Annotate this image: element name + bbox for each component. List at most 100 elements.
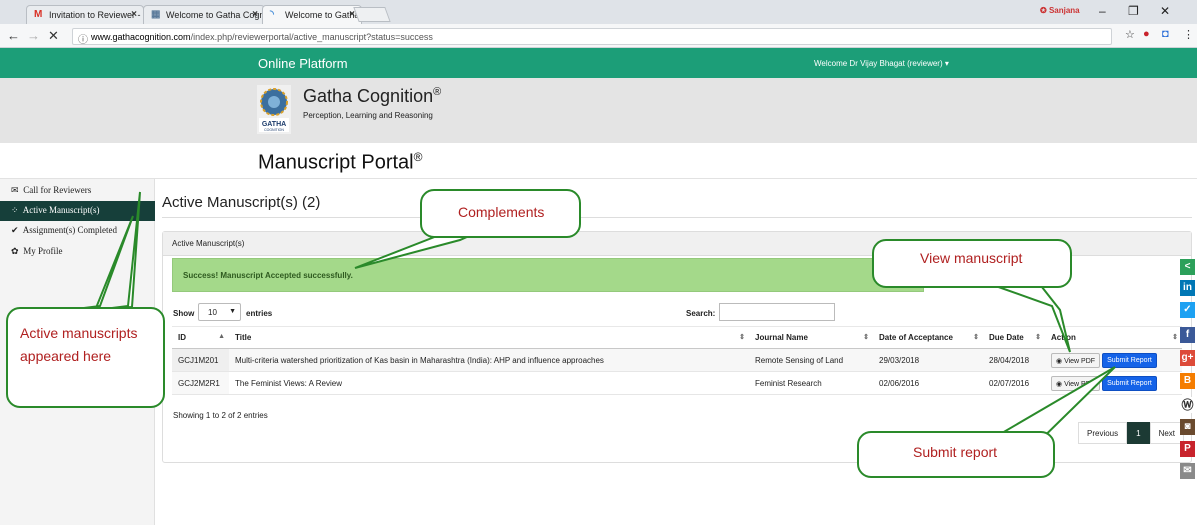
linkedin-icon[interactable]: in [1180,280,1195,296]
annotation-submit-report: Submit report [857,431,1055,478]
twitter-icon[interactable]: ✓ [1180,302,1195,318]
close-window-icon[interactable]: ✕ [1160,4,1170,18]
sort-asc-icon: ▲ [218,333,225,340]
email-icon[interactable]: ✉ [1180,463,1195,479]
submit-report-button[interactable]: Submit Report [1102,375,1157,391]
cell-action: ◉ View PDF Submit Report [1045,371,1182,395]
column-label: ID [178,333,186,342]
forward-icon[interactable]: → [27,28,40,43]
eye-icon: ◉ [1056,357,1065,365]
view-pdf-button[interactable]: ◉ View PDF [1051,375,1101,391]
url-path: /index.php/reviewerportal/active_manuscr… [190,32,433,42]
browser-tab-gmail[interactable]: M Invitation to Reviewer - I × [26,5,144,24]
next-page-button[interactable]: Next [1149,422,1185,444]
sidebar-item-call-for-reviewers[interactable]: ✉ Call for Reviewers [0,181,155,201]
divider [162,217,1192,218]
column-header-title[interactable]: Title ⇕ [229,326,749,349]
portal-title-text: Manuscript Portal [258,151,414,174]
profile-badge[interactable]: ✪ Sanjana [1040,6,1080,15]
tab-title: Welcome to Gatha Cogni [166,10,265,20]
annotation-text: Submit report [913,444,998,460]
close-tab-icon[interactable]: × [131,9,137,20]
pinterest-icon[interactable]: P [1180,441,1195,457]
browser-tab-gatha-2[interactable]: ◝ Welcome to Gatha Cogni × [262,5,362,24]
cell-id: GCJ2M2R1 [172,371,229,395]
view-pdf-button[interactable]: ◉ View PDF [1051,352,1101,368]
sidebar-item-label: Call for Reviewers [23,185,92,195]
annotation-text: Complements [458,204,545,220]
column-header-due[interactable]: Due Date ⇕ [983,326,1045,349]
page-1-button[interactable]: 1 [1127,422,1150,444]
user-menu[interactable]: Welcome Dr Vijay Bhagat (reviewer) ▾ [814,59,949,68]
extension-icon[interactable]: ◘ [1162,28,1169,40]
envelope-icon: ✉ [11,185,19,195]
entries-select[interactable]: 10 ▼ [198,303,241,321]
button-label: View PDF [1064,380,1096,388]
column-header-accepted[interactable]: Date of Acceptance ⇕ [873,326,983,349]
facebook-icon[interactable]: f [1180,327,1195,343]
column-label: Journal Name [755,333,808,342]
minimize-icon[interactable]: – [1099,4,1106,18]
column-label: Due Date [989,333,1024,342]
showing-entries-text: Showing 1 to 2 of 2 entries [173,411,268,420]
submit-report-button[interactable]: Submit Report [1102,352,1157,368]
portal-reg-mark: ® [413,150,423,164]
eye-icon: ◉ [1056,380,1065,388]
profile-name: Sanjana [1048,6,1080,15]
entries-label: entries [246,309,273,318]
column-header-action[interactable]: Action ⇕ [1045,326,1182,349]
share-icon[interactable]: < [1180,259,1195,275]
svg-text:GATHA: GATHA [262,121,286,128]
column-label: Title [235,333,252,342]
restore-icon[interactable]: ❐ [1128,4,1139,18]
cell-title: Multi-criteria watershed prioritization … [229,348,749,372]
chevron-down-icon: ▼ [229,308,236,315]
annotation-text: Active manuscripts appeared here [20,325,138,364]
wordpress-icon[interactable]: Ⓦ [1180,397,1195,413]
menu-icon[interactable]: ⋮ [1183,28,1194,41]
column-label: Action [1051,333,1076,342]
gear-icon: ✿ [11,246,19,256]
column-header-id[interactable]: ID ▲ [172,326,229,349]
google-plus-icon[interactable]: g+ [1180,350,1195,366]
blogger-icon[interactable]: B [1180,373,1195,389]
platform-label[interactable]: Online Platform [258,56,348,71]
sort-icon: ⇕ [1172,334,1178,341]
show-label: Show [173,309,195,318]
previous-page-button[interactable]: Previous [1078,422,1128,444]
column-header-journal[interactable]: Journal Name ⇕ [749,326,873,349]
pinterest-extension-icon[interactable]: ● [1143,28,1150,40]
search-input[interactable] [719,303,835,321]
star-icon[interactable]: ☆ [1125,28,1135,41]
search-label: Search: [686,309,716,318]
url-field[interactable]: ⓘ www.gathacognition.com/index.php/revie… [72,28,1112,46]
portal-title: Manuscript Portal® [258,150,422,175]
sort-icon: ⇕ [739,334,745,341]
cell-journal: Feminist Research [749,371,873,395]
cell-action: ◉ View PDF Submit Report [1045,348,1182,372]
sidebar-item-my-profile[interactable]: ✿ My Profile [0,242,155,262]
sidebar-item-active-manuscripts[interactable]: ⁘ Active Manuscript(s) [0,201,155,221]
page-icon: ▦ [151,9,161,20]
instagram-icon[interactable]: ◙ [1180,419,1195,435]
brand-subtitle: Perception, Learning and Reasoning [303,111,433,120]
cell-due: 02/07/2016 [983,371,1045,395]
close-tab-icon[interactable]: × [252,9,258,20]
sidebar-item-label: My Profile [23,246,63,256]
loading-icon: ◝ [270,9,274,20]
entries-value: 10 [208,308,217,317]
top-navbar: Online Platform Welcome Dr Vijay Bhagat … [0,48,1197,78]
back-icon[interactable]: ← [7,28,20,43]
manuscripts-table: ID ▲ Title ⇕ Journal Name ⇕ Date of Accepta… [172,326,1182,395]
cell-title: The Feminist Views: A Review [229,371,749,395]
sidebar-item-label: Active Manuscript(s) [22,205,100,215]
info-icon: ⓘ [78,35,88,46]
annotation-text: View manuscript [920,250,1023,266]
sidebar-item-assignments-completed[interactable]: ✔ Assignment(s) Completed [0,221,155,241]
page-heading: Active Manuscript(s) (2) [162,194,321,211]
brand-title-text: Gatha Cognition [303,86,434,106]
new-tab-button[interactable] [353,7,391,22]
browser-tab-gatha-1[interactable]: ▦ Welcome to Gatha Cogni × [143,5,265,24]
spinner-icon: ⁘ [11,205,19,215]
stop-icon[interactable]: ✕ [48,28,59,44]
